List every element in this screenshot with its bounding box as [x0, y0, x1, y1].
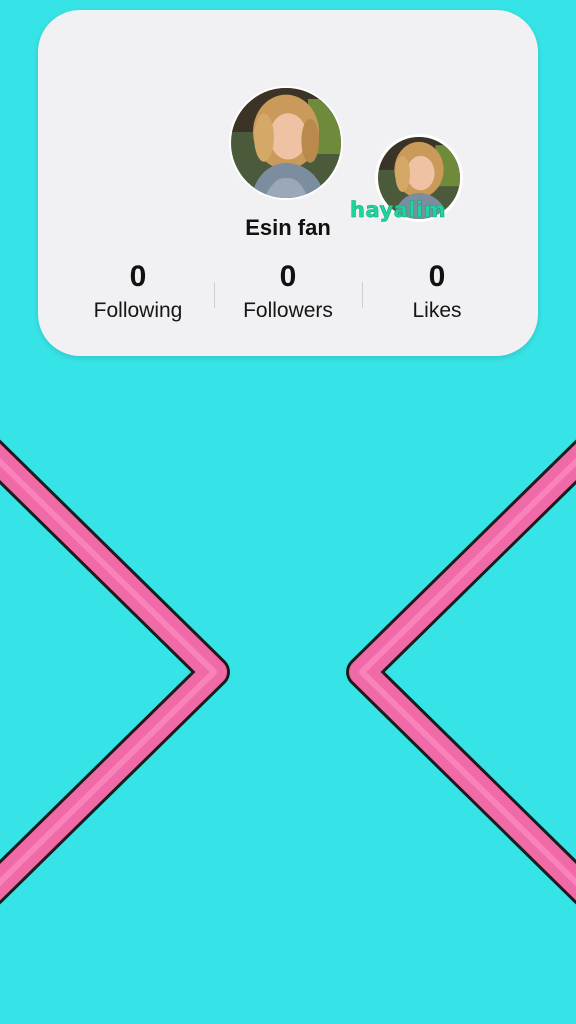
stat-followers-label: Followers [243, 299, 333, 322]
profile-username: Esin fan [245, 215, 331, 240]
stat-likes-label: Likes [412, 299, 462, 322]
profile-card: hayalim Esin fan 0 Following 0 Followers… [38, 10, 538, 356]
stat-following-label: Following [93, 299, 183, 322]
stat-likes[interactable]: 0 Likes [362, 260, 512, 323]
stats-divider [214, 282, 215, 308]
stat-following[interactable]: 0 Following [63, 260, 213, 323]
stat-followers[interactable]: 0 Followers [213, 260, 363, 323]
profile-stats: 0 Following 0 Followers 0 Likes [38, 260, 538, 330]
stat-likes-value: 0 [428, 260, 446, 293]
profile-avatar[interactable] [229, 86, 343, 200]
stat-followers-value: 0 [279, 260, 297, 293]
profile-photo-icon [231, 88, 341, 198]
stats-divider [362, 282, 363, 308]
stat-following-value: 0 [129, 260, 147, 293]
